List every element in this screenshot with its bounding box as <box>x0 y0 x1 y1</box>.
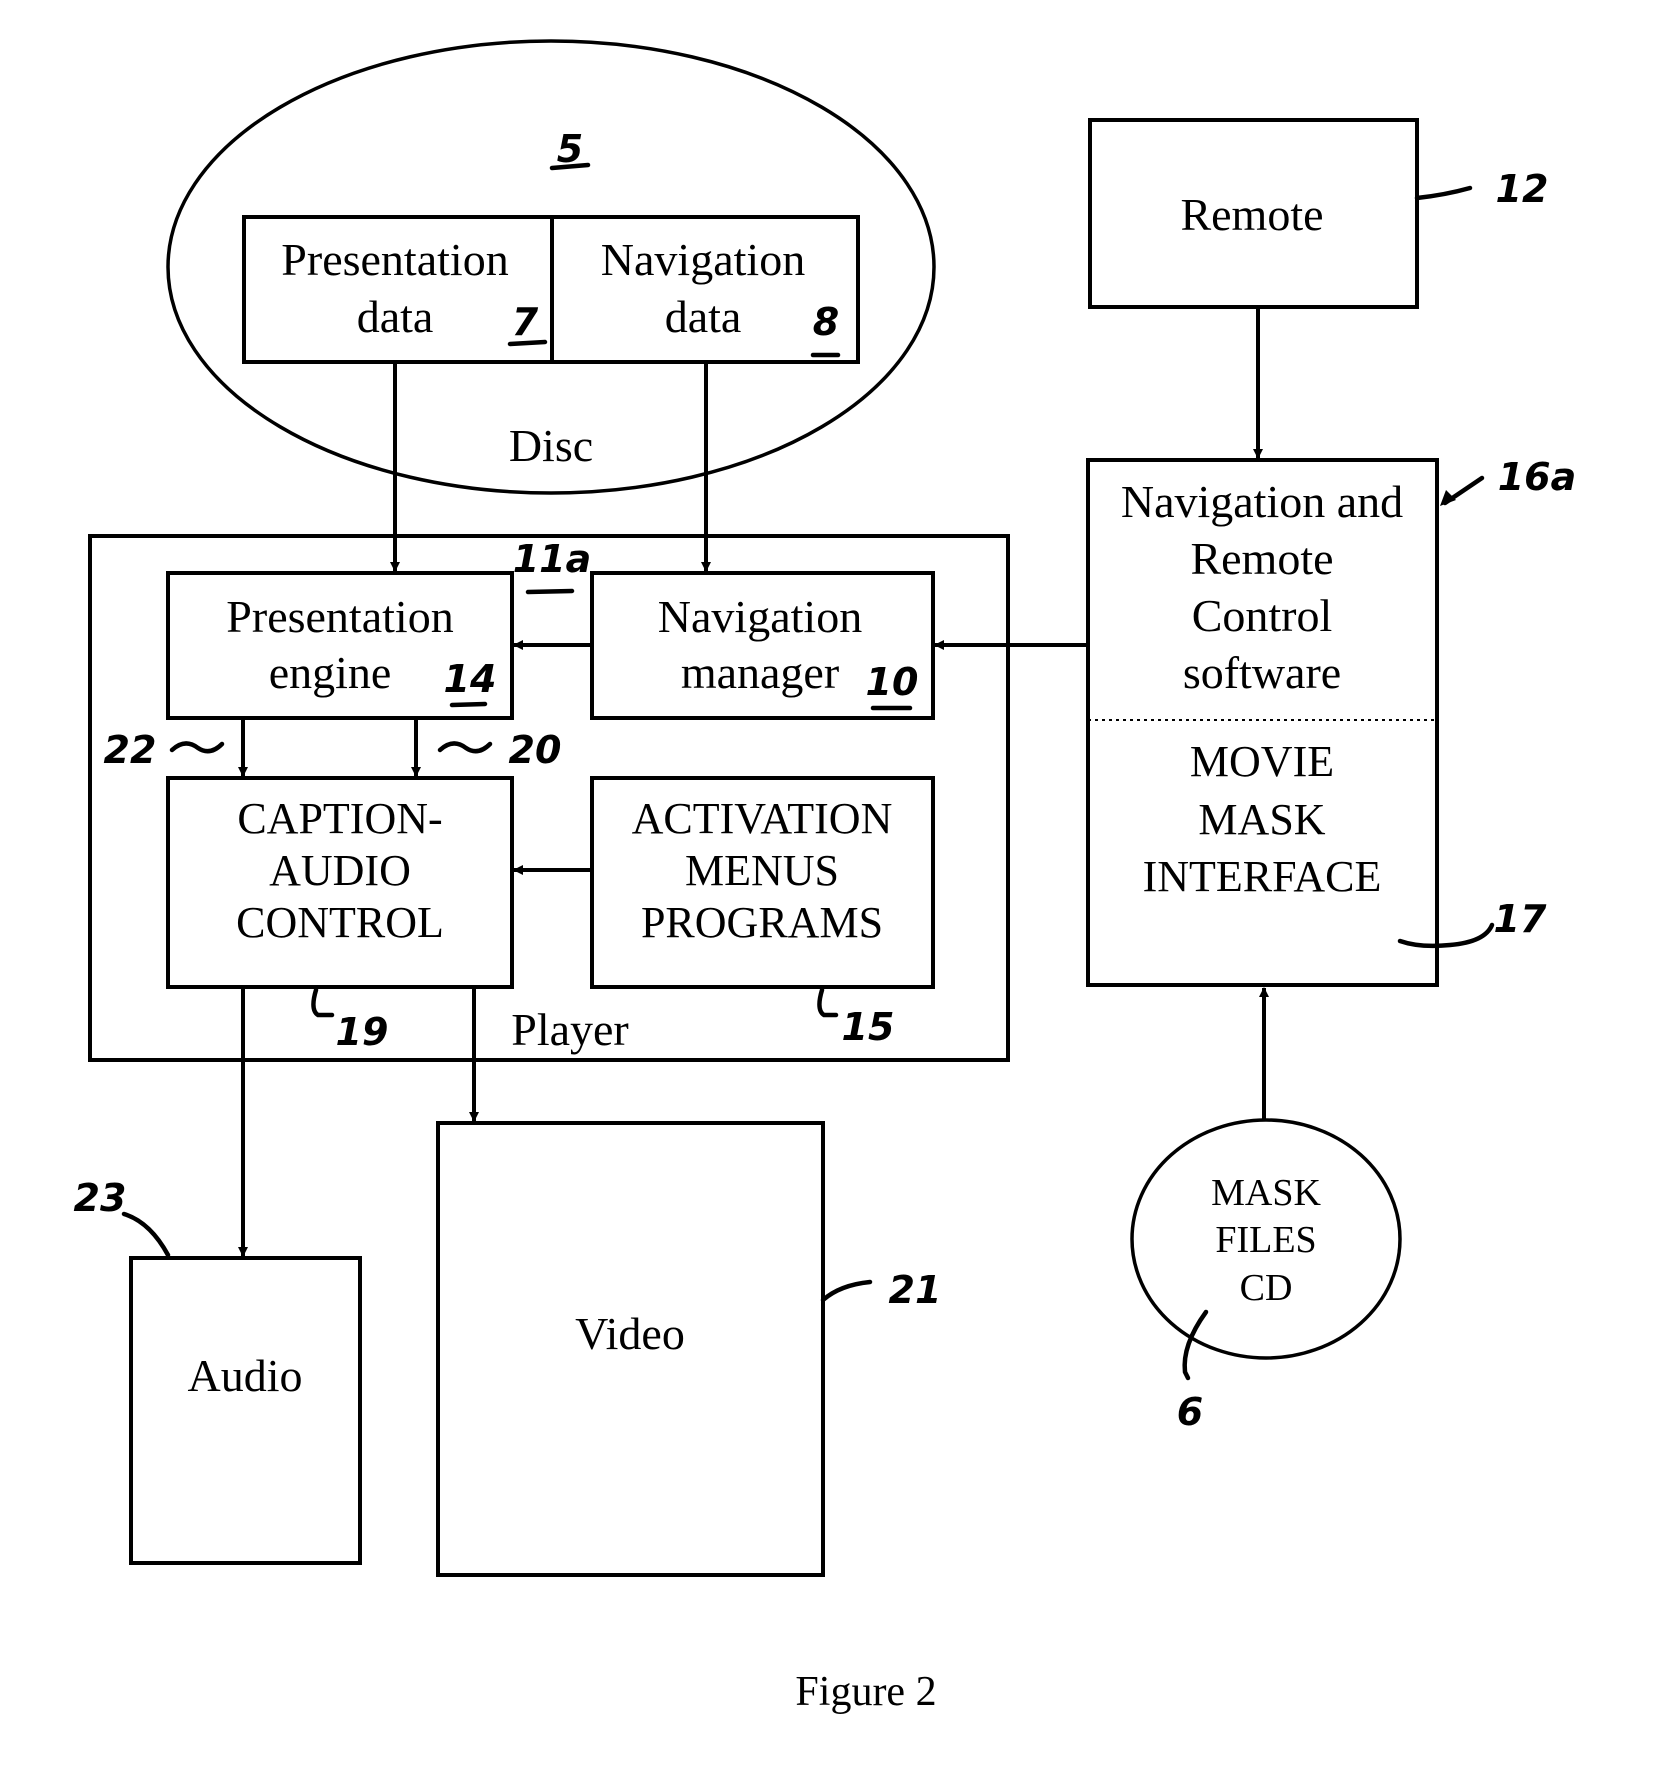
movie-mask-ref: 17 <box>1494 897 1547 941</box>
remote-ref-leader <box>1414 185 1473 201</box>
connector-ref-20: 20 <box>509 728 562 772</box>
audio-ref: 23 <box>74 1176 127 1220</box>
activation-menus-ref: 15 <box>842 1005 895 1049</box>
remote: Remote 12 <box>1088 118 1549 309</box>
movie-mask-line1: MOVIE <box>1190 737 1334 786</box>
navigation-data-line1: Navigation <box>601 234 805 285</box>
navigation-data-ref: 8 <box>813 300 839 344</box>
activation-ref-leader <box>817 987 839 1018</box>
presentation-data-ref-underline <box>507 339 548 347</box>
audio-ref-leader <box>121 1211 171 1258</box>
video-ref: 21 <box>889 1268 942 1312</box>
audio-box <box>129 1256 362 1565</box>
presentation-engine-ref-underline <box>449 701 488 708</box>
video-label: Video <box>575 1308 685 1359</box>
figure-canvas: 5 Disc Presentation data 7 Navigation da… <box>74 39 1577 1715</box>
mask-files-cd-line3: CD <box>1240 1267 1293 1309</box>
mask-files-cd-ref: 6 <box>1177 1390 1203 1434</box>
player-label: Player <box>511 1004 629 1055</box>
nav-remote-software-ref: 16a <box>1498 455 1577 499</box>
activation-menus-line2: MENUS <box>685 846 839 895</box>
audio: Audio 23 <box>74 1176 362 1565</box>
caption-audio-control-line2: AUDIO <box>269 846 411 895</box>
navigation-manager-line1: Navigation <box>658 591 862 642</box>
navigation-data-line2: data <box>665 291 742 342</box>
figure-caption: Figure 2 <box>795 1669 936 1715</box>
nav-remote-software-line4: software <box>1183 647 1341 698</box>
movie-mask-line3: INTERFACE <box>1143 852 1382 901</box>
nav-remote-software-line1: Navigation and <box>1121 476 1403 527</box>
presentation-engine-line1: Presentation <box>226 591 453 642</box>
connector-ref-22: 22 <box>104 728 157 772</box>
navigation-manager-line2: manager <box>681 647 839 698</box>
presentation-data-line1: Presentation <box>281 234 508 285</box>
mask-files-cd-line2: FILES <box>1215 1219 1316 1261</box>
caption-audio-control-line1: CAPTION- <box>237 794 442 843</box>
navigation-manager-ref: 10 <box>866 660 919 704</box>
disc-ref-underline <box>549 162 591 171</box>
presentation-data-ref: 7 <box>512 300 539 344</box>
nav-remote-software-line3: Control <box>1192 590 1333 641</box>
remote-label: Remote <box>1180 189 1323 240</box>
caption-ref-leader <box>311 987 335 1018</box>
player-ref-underline <box>525 588 575 595</box>
mask-files-cd: MASK FILES CD 6 <box>1130 1118 1402 1434</box>
connector-20-tilde <box>437 741 493 754</box>
activation-menus-line3: PROGRAMS <box>641 898 883 947</box>
audio-label: Audio <box>188 1350 303 1401</box>
disc-label: Disc <box>509 420 593 471</box>
presentation-engine-line2: engine <box>269 647 392 698</box>
nav-remote-software: Navigation and Remote Control software M… <box>1086 455 1577 987</box>
connector-22-tilde <box>169 741 225 754</box>
activation-menus-line1: ACTIVATION <box>632 794 893 843</box>
player: Player 11a Presentation engine 14 Naviga… <box>88 534 1010 1062</box>
disc: 5 Disc Presentation data 7 Navigation da… <box>166 39 936 495</box>
caption-audio-control-ref: 19 <box>336 1010 389 1054</box>
caption-audio-control-line3: CONTROL <box>236 898 444 947</box>
video: Video 21 <box>436 1121 942 1577</box>
remote-ref: 12 <box>1496 167 1549 211</box>
player-ref: 11a <box>513 537 592 581</box>
presentation-data-line2: data <box>357 291 434 342</box>
video-ref-leader <box>820 1279 873 1303</box>
movie-mask-line2: MASK <box>1198 795 1325 844</box>
presentation-engine-ref: 14 <box>444 657 497 701</box>
mask-files-cd-line1: MASK <box>1211 1172 1321 1214</box>
nav-remote-software-line2: Remote <box>1190 533 1333 584</box>
